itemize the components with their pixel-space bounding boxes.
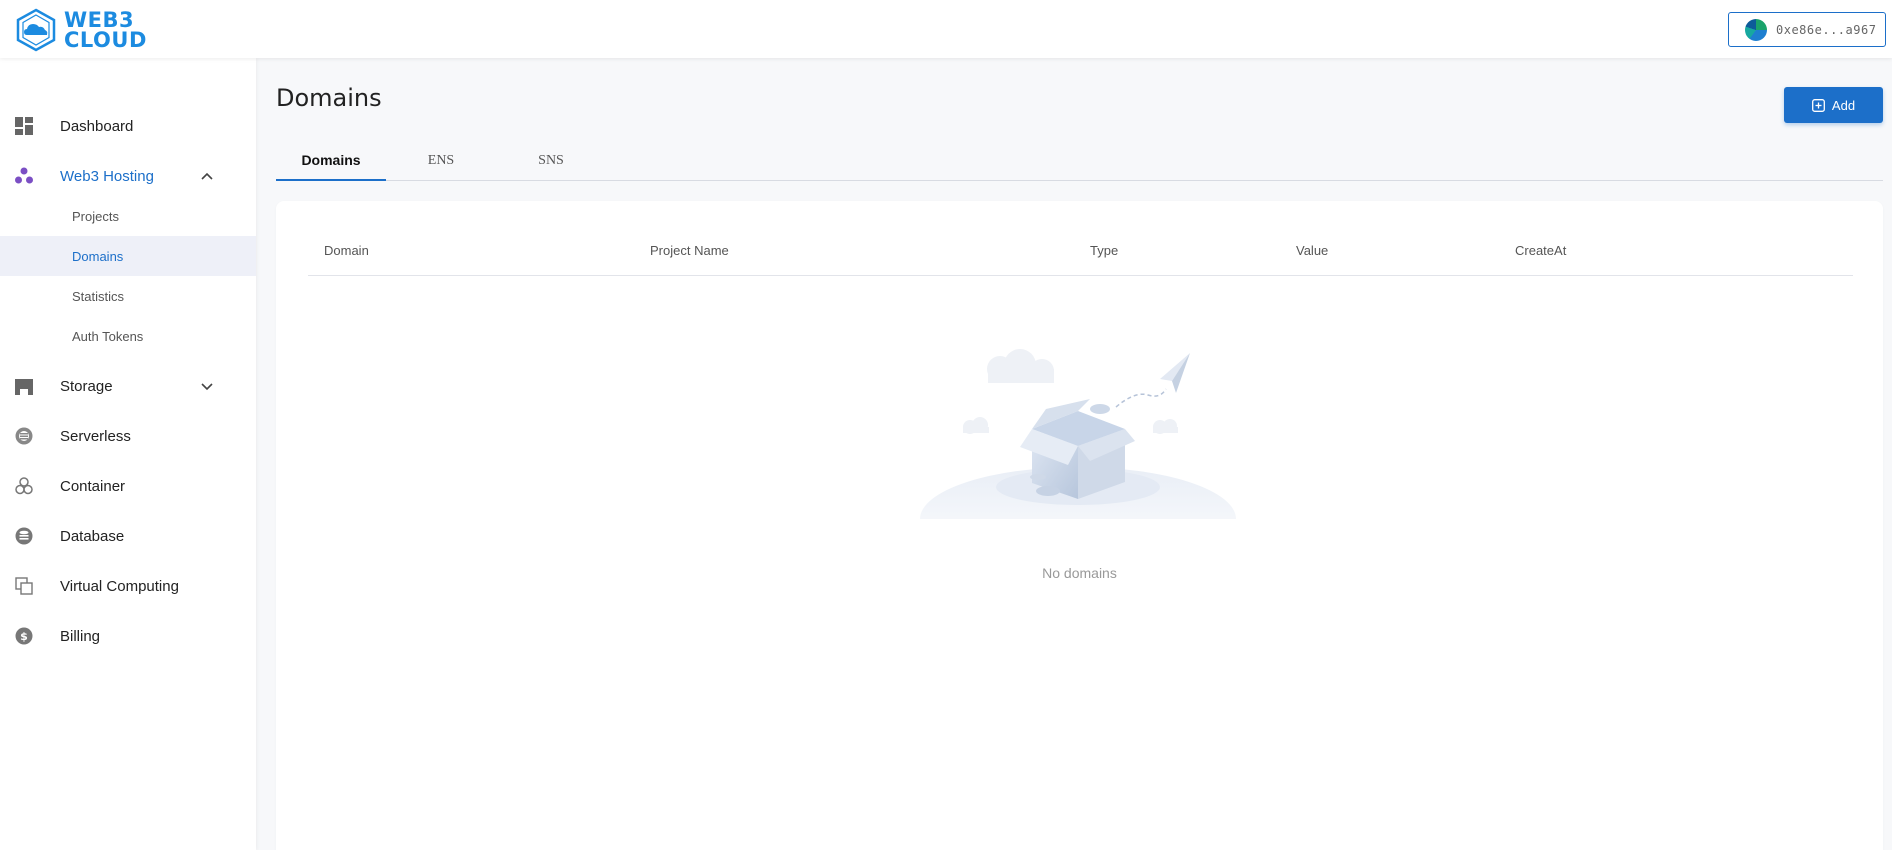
sidebar-subitem-projects[interactable]: Projects xyxy=(0,196,256,236)
sidebar-item-label: Dashboard xyxy=(60,117,134,135)
sidebar-item-label: Web3 Hosting xyxy=(60,167,154,185)
serverless-icon xyxy=(15,427,33,445)
wallet-avatar-icon xyxy=(1745,18,1767,41)
sidebar-subitem-label: Projects xyxy=(72,208,119,224)
tab-domains[interactable]: Domains xyxy=(276,140,386,181)
virtual-computing-icon xyxy=(15,577,33,595)
sidebar-subitem-label: Auth Tokens xyxy=(72,328,144,344)
sidebar-item-web3-hosting[interactable]: Web3 Hosting xyxy=(0,156,256,196)
sidebar-item-database[interactable]: Database xyxy=(0,516,256,556)
column-header-type[interactable]: Type xyxy=(1090,243,1118,258)
brand-line-2: CLOUD xyxy=(64,28,147,52)
sidebar-item-label: Billing xyxy=(60,627,101,645)
page-title: Domains xyxy=(276,84,382,112)
storage-icon xyxy=(15,379,33,395)
cloud-cube-logo-icon xyxy=(16,8,56,52)
sidebar-item-virtual-computing[interactable]: Virtual Computing xyxy=(0,566,256,606)
brand-logo[interactable]: WEB3 CLOUD xyxy=(16,8,147,52)
chevron-up-icon[interactable] xyxy=(200,170,214,182)
top-header: WEB3 CLOUD 0xe86e...a967 xyxy=(0,0,1892,58)
sidebar-subitem-label: Statistics xyxy=(72,288,125,304)
sidebar-item-label: Serverless xyxy=(60,427,131,445)
sidebar-item-dashboard[interactable]: Dashboard xyxy=(0,106,256,146)
dashboard-icon xyxy=(15,117,33,135)
column-header-domain[interactable]: Domain xyxy=(324,243,369,258)
sidebar-subitem-statistics[interactable]: Statistics xyxy=(0,276,256,316)
column-header-project-name[interactable]: Project Name xyxy=(650,243,729,258)
billing-icon: $ xyxy=(15,627,33,645)
column-header-value[interactable]: Value xyxy=(1296,243,1328,258)
domain-tabs: Domains ENS SNS xyxy=(276,140,1883,181)
container-icon xyxy=(15,477,33,495)
empty-state-text: No domains xyxy=(1042,565,1117,581)
sidebar-subitem-auth-tokens[interactable]: Auth Tokens xyxy=(0,316,256,356)
sidebar-item-label: Database xyxy=(60,527,125,545)
wallet-button[interactable]: 0xe86e...a967 xyxy=(1728,12,1886,47)
add-domain-button[interactable]: Add xyxy=(1784,87,1883,123)
chevron-down-icon[interactable] xyxy=(200,380,214,392)
sidebar-item-label: Container xyxy=(60,477,126,495)
database-icon xyxy=(15,527,33,545)
domains-table-card: Domain Project Name Type Value CreateAt xyxy=(276,201,1883,850)
add-button-label: Add xyxy=(1831,97,1856,113)
brand-line-1: WEB3 xyxy=(64,8,135,32)
tab-ens[interactable]: ENS xyxy=(386,140,496,181)
sidebar-subitem-domains[interactable]: Domains xyxy=(0,236,256,276)
sidebar: Dashboard Web3 Hosting Projects Domains … xyxy=(0,58,256,850)
tab-sns[interactable]: SNS xyxy=(496,140,606,181)
sidebar-item-storage[interactable]: Storage xyxy=(0,366,256,406)
sidebar-item-label: Storage xyxy=(60,377,113,395)
sidebar-subitem-label: Domains xyxy=(72,248,124,264)
column-header-create-at[interactable]: CreateAt xyxy=(1515,243,1566,258)
table-header: Domain Project Name Type Value CreateAt xyxy=(308,235,1853,276)
plus-square-icon xyxy=(1811,98,1825,112)
brand-name: WEB3 CLOUD xyxy=(64,8,147,52)
hosting-icon xyxy=(15,167,33,184)
svg-text:$: $ xyxy=(20,630,28,643)
sidebar-item-label: Virtual Computing xyxy=(60,577,179,595)
sidebar-item-container[interactable]: Container xyxy=(0,466,256,506)
empty-box-illustration-icon xyxy=(920,349,1236,539)
sidebar-item-billing[interactable]: $ Billing xyxy=(0,616,256,656)
sidebar-item-serverless[interactable]: Serverless xyxy=(0,416,256,456)
wallet-address: 0xe86e...a967 xyxy=(1776,22,1877,37)
